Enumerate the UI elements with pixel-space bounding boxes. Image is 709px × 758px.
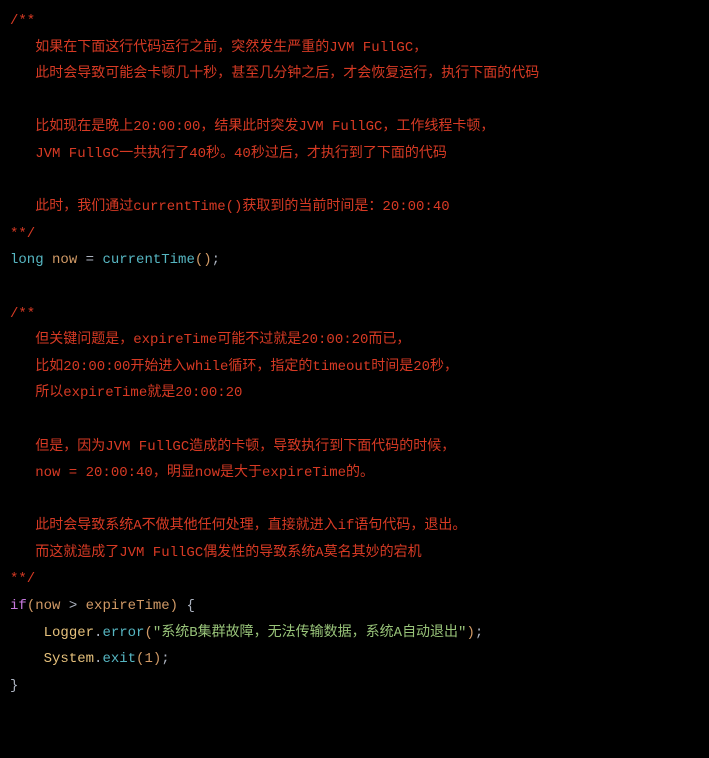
comment-line: 此时会导致可能会卡顿几十秒，甚至几分钟之后，才会恢复运行，执行下面的代码 <box>10 66 539 82</box>
comment-open: /** <box>10 306 35 322</box>
variable-expiretime: expireTime <box>86 598 170 614</box>
function-call: currentTime <box>102 252 194 268</box>
paren-open: ( <box>27 598 35 614</box>
indent <box>10 625 44 641</box>
semicolon: ; <box>475 625 483 641</box>
comment-line: 所以expireTime就是20:00:20 <box>10 385 242 401</box>
comment-line: now = 20:00:40，明显now是大于expireTime的。 <box>10 465 374 481</box>
paren-close: ) <box>170 598 178 614</box>
comment-line: 但是，因为JVM FullGC造成的卡顿，导致执行到下面代码的时候， <box>10 439 455 455</box>
assign-operator: = <box>86 252 103 268</box>
comment-line: 而这就造成了JVM FullGC偶发性的导致系统A莫名其妙的宕机 <box>10 545 422 561</box>
if-keyword: if <box>10 598 27 614</box>
code-block: /** 如果在下面这行代码运行之前，突然发生严重的JVM FullGC， 此时会… <box>10 8 699 699</box>
type-keyword: long <box>10 252 44 268</box>
comment-close: **/ <box>10 226 35 242</box>
comment-line: 此时，我们通过currentTime()获取到的当前时间是：20:00:40 <box>10 199 450 215</box>
paren-close: ) <box>153 651 161 667</box>
comment-line: 但关键问题是，expireTime可能不过就是20:00:20而已， <box>10 332 410 348</box>
comment-line: 如果在下面这行代码运行之前，突然发生严重的JVM FullGC， <box>10 40 427 56</box>
number-literal: 1 <box>144 651 152 667</box>
semicolon: ; <box>212 252 220 268</box>
gt-operator: > <box>60 598 85 614</box>
paren-close: ) <box>466 625 474 641</box>
error-method: error <box>102 625 144 641</box>
comment-line: 此时会导致系统A不做其他任何处理，直接就进入if语句代码，退出。 <box>10 518 466 534</box>
comment-line: 比如20:00:00开始进入while循环，指定的timeout时间是20秒， <box>10 359 458 375</box>
indent <box>10 651 44 667</box>
logger-object: Logger <box>44 625 94 641</box>
comment-line: JVM FullGC一共执行了40秒。40秒过后，才执行到了下面的代码 <box>10 146 447 162</box>
semicolon: ; <box>161 651 169 667</box>
variable-now: now <box>35 598 60 614</box>
comment-close: **/ <box>10 571 35 587</box>
variable-now: now <box>44 252 86 268</box>
system-object: System <box>44 651 94 667</box>
brace-close: } <box>10 678 18 694</box>
exit-method: exit <box>102 651 136 667</box>
paren-open: ( <box>195 252 203 268</box>
comment-open: /** <box>10 13 35 29</box>
comment-line: 比如现在是晚上20:00:00，结果此时突发JVM FullGC，工作线程卡顿， <box>10 119 494 135</box>
brace-open: { <box>186 598 194 614</box>
paren-close: ) <box>203 252 211 268</box>
string-literal: "系统B集群故障，无法传输数据，系统A自动退出" <box>153 625 467 641</box>
paren-open: ( <box>144 625 152 641</box>
